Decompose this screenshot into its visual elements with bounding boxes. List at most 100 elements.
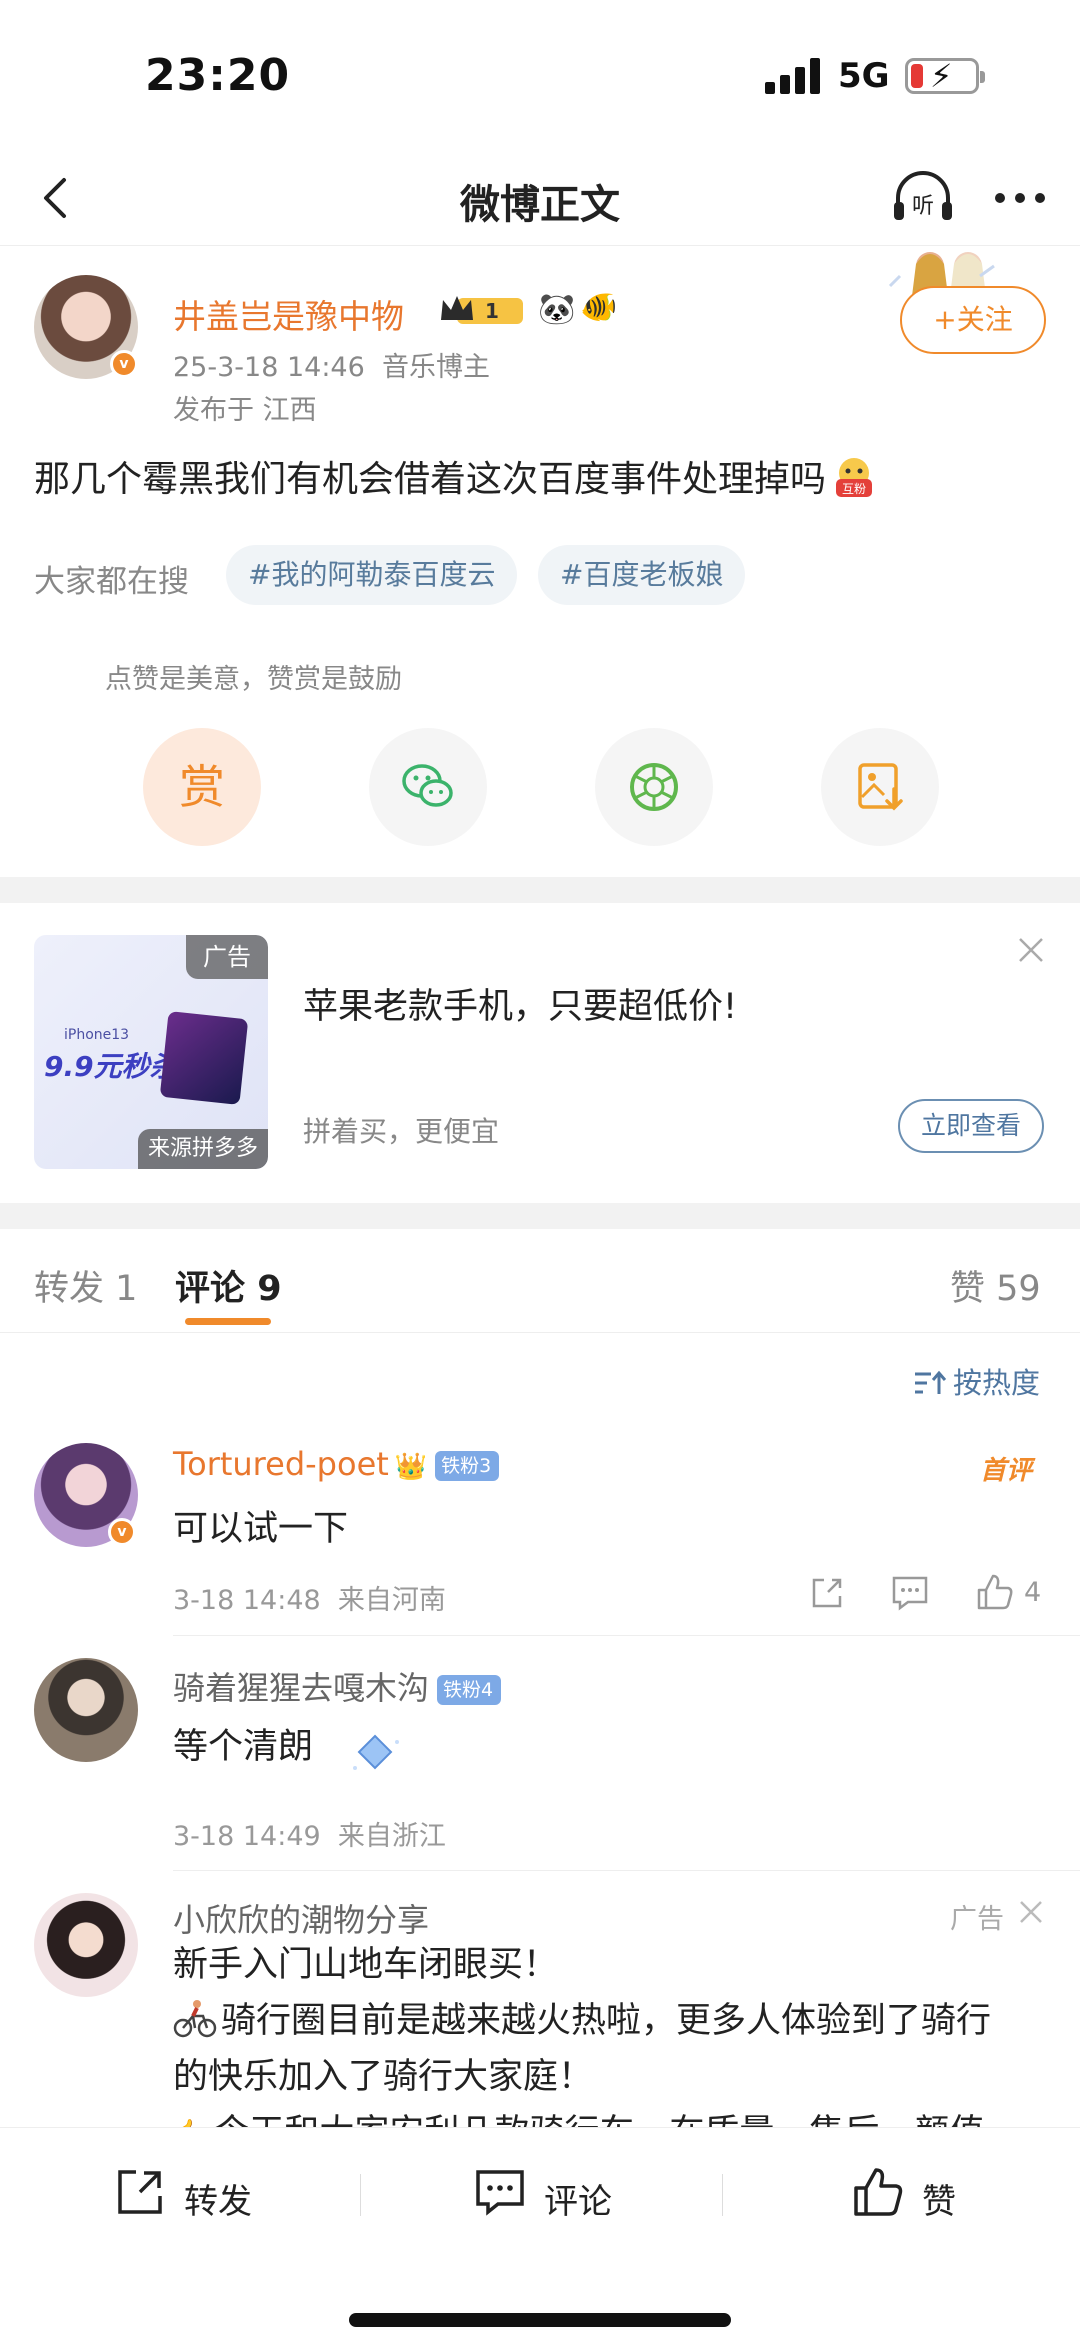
more-icon[interactable] — [990, 170, 1050, 226]
topic-tag[interactable]: #百度老板娘 — [538, 545, 746, 605]
fan-badge: 铁粉4 — [437, 1675, 502, 1705]
crown-icon: 👑 — [394, 1452, 428, 1482]
tab-likes-label: 赞 — [950, 1269, 986, 1309]
sort-icon — [915, 1370, 947, 1394]
sort-toggle[interactable]: 按热度 — [913, 1360, 1040, 1402]
comment-text: 可以试一下 — [173, 1509, 349, 1549]
charging-icon: ⚡ — [930, 57, 953, 95]
mutual-fan-emoji-icon: 互粉 — [836, 458, 873, 497]
ad-price: 9.9元秒杀 — [44, 1050, 178, 1083]
reward-tip: 点赞是美意，赞赏是鼓励 — [105, 664, 402, 695]
ad-model: iPhone13 — [64, 1027, 130, 1043]
ad-comment-line: 的快乐加入了骑行大家庭！ — [173, 2057, 594, 2097]
ad-image[interactable]: 广告 iPhone13 9.9元秒杀 来源拼多多 — [34, 935, 268, 1169]
tab-repost[interactable]: 转发 1 — [34, 1260, 137, 1311]
reply-icon[interactable] — [890, 1574, 930, 1612]
comment-icon — [476, 2170, 524, 2216]
nav-bar: 微博正文 听 — [0, 150, 1080, 246]
author-role: 音乐博主 — [381, 352, 490, 383]
comment-source: 来自河南 — [337, 1585, 446, 1616]
ad-subtitle: 拼着买，更便宜 — [303, 1115, 500, 1148]
comment-source: 来自浙江 — [337, 1821, 446, 1852]
like-icon[interactable] — [975, 1572, 1015, 1612]
status-bar: 23:20 5G ⚡ — [0, 0, 1080, 150]
topic-tag[interactable]: #我的阿勒泰百度云 — [226, 545, 518, 605]
diamond-icon — [353, 1734, 399, 1770]
reward-button[interactable]: 赏 — [143, 728, 261, 846]
moments-icon — [630, 763, 678, 811]
divider — [722, 2174, 723, 2216]
share-icon[interactable] — [808, 1574, 846, 1612]
share-moments-button[interactable] — [595, 728, 713, 846]
close-icon[interactable] — [1016, 935, 1046, 965]
trending-search-label: 大家都在搜 — [34, 564, 189, 600]
close-icon[interactable] — [1018, 1899, 1044, 1925]
comment-time: 3-18 14:49 — [173, 1821, 321, 1852]
verified-badge: v — [110, 350, 138, 378]
tab-comments[interactable]: 评论 9 — [175, 1260, 282, 1311]
comment-meta: 3-18 14:49 来自浙江 — [173, 1814, 446, 1853]
save-image-button[interactable] — [821, 728, 939, 846]
tab-repost-count: 1 — [115, 1269, 138, 1309]
post-text: 那几个霉黑我们有机会借着这次百度事件处理掉吗 — [34, 459, 827, 500]
post-meta: 25-3-18 14:46 音乐博主 — [173, 345, 490, 384]
ad-view-button[interactable]: 立即查看 — [898, 1099, 1044, 1153]
emoji-label: 互粉 — [842, 482, 866, 496]
save-image-icon — [858, 763, 903, 811]
post-content: 那几个霉黑我们有机会借着这次百度事件处理掉吗互粉 — [34, 450, 876, 502]
ad-comment-line: 新手入门山地车闭眼买！ — [173, 1945, 559, 1985]
listen-icon[interactable]: 听 — [890, 168, 956, 228]
ad-comment-line: 骑行圈目前是越来越火热啦，更多人体验到了骑行 — [173, 1993, 1053, 2049]
repost-button[interactable]: 转发 — [112, 2164, 282, 2224]
commenter-name-text: 骑着猩猩去嘎木沟 — [173, 1669, 430, 1707]
tab-likes[interactable]: 赞 59 — [950, 1260, 1041, 1311]
share-wechat-button[interactable] — [369, 728, 487, 846]
comment-time: 3-18 14:48 — [173, 1585, 321, 1616]
ad-label: 广告 — [950, 1904, 1004, 1935]
post-location: 发布于 江西 — [173, 395, 317, 426]
post-time: 25-3-18 14:46 — [173, 352, 365, 383]
section-gap — [0, 877, 1080, 903]
tab-likes-count: 59 — [996, 1269, 1041, 1309]
repost-icon — [118, 2170, 162, 2214]
fan-badge: 铁粉3 — [435, 1451, 500, 1481]
divider — [0, 1332, 1080, 1333]
battery-icon: ⚡ — [905, 57, 985, 95]
goldfish-icon: 🐠 — [580, 290, 618, 325]
panda-icon: 🐼 — [538, 292, 576, 327]
commenter-name[interactable]: 骑着猩猩去嘎木沟 铁粉4 — [173, 1663, 502, 1709]
tab-comments-count: 9 — [257, 1269, 282, 1309]
vip-crown-icon: 1 — [441, 296, 523, 324]
active-tab-indicator — [185, 1318, 271, 1325]
comment-label: 评论 — [544, 2182, 612, 2222]
ad-comment-line-text: 骑行圈目前是越来越火热啦，更多人体验到了骑行 — [221, 2001, 992, 2041]
home-indicator — [349, 2313, 731, 2327]
commenter-avatar[interactable] — [34, 1658, 138, 1762]
network-type: 5G — [838, 56, 890, 96]
vip-level: 1 — [485, 299, 499, 323]
repost-label: 转发 — [184, 2182, 252, 2222]
ad-source: 来源拼多多 — [137, 1129, 268, 1169]
status-time: 23:20 — [145, 50, 291, 101]
ad-tag: 广告 — [186, 935, 268, 979]
comment-button[interactable]: 评论 — [472, 2164, 642, 2224]
commenter-name-text: Tortured-poet — [173, 1445, 389, 1483]
phone-image — [159, 1011, 249, 1105]
comment-meta: 3-18 14:48 来自河南 — [173, 1578, 446, 1617]
divider — [360, 2174, 361, 2216]
author-name[interactable]: 井盖岂是豫中物 — [173, 290, 404, 338]
divider — [173, 1870, 1080, 1871]
listen-label: 听 — [912, 194, 934, 219]
verified-badge: v — [108, 1518, 136, 1546]
signal-icon — [765, 58, 821, 94]
tab-repost-label: 转发 — [34, 1269, 105, 1309]
like-button[interactable]: 赞 — [850, 2164, 990, 2224]
comment-text: 等个清朗 — [173, 1727, 314, 1767]
commenter-avatar[interactable] — [34, 1893, 138, 1997]
commenter-name[interactable]: Tortured-poet 👑 铁粉3 — [173, 1445, 500, 1483]
ad-title[interactable]: 苹果老款手机，只要超低价! — [303, 978, 737, 1029]
first-comment-badge: 首评 — [980, 1456, 1033, 1486]
commenter-name[interactable]: 小欣欣的潮物分享 — [173, 1895, 429, 1941]
follow-button[interactable]: +关注 — [900, 286, 1046, 354]
section-gap — [0, 1203, 1080, 1229]
